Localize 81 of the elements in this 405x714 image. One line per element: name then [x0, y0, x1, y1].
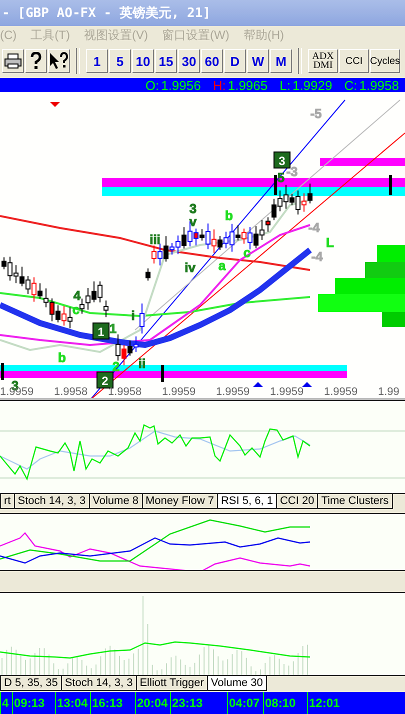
- axis-label: 1.9959: [270, 386, 305, 398]
- quote-label: L:: [280, 78, 290, 92]
- period-button[interactable]: 1: [86, 49, 108, 73]
- indicator-tab[interactable]: Volume 30: [206, 676, 267, 691]
- time-label: 09:13: [12, 692, 55, 714]
- wave-label: v: [189, 214, 197, 229]
- candlestick: [146, 268, 150, 282]
- wave-count-badge: 1: [92, 322, 110, 340]
- wave-count-badge: 2: [96, 372, 114, 388]
- wave-label: 3: [189, 201, 197, 216]
- pointer-help-icon: [49, 52, 69, 70]
- wave-label: i: [131, 308, 135, 323]
- indicator-button[interactable]: ADX DMI: [308, 49, 338, 73]
- time-label: 08:10: [263, 692, 307, 714]
- indicator-tab[interactable]: RSI 5, 6, 1: [216, 494, 277, 509]
- wave-count-badge: 3: [274, 152, 290, 168]
- wave-label: -4: [311, 249, 323, 264]
- indicator-tab[interactable]: Time Clusters: [317, 494, 393, 509]
- marker-bar: [161, 365, 164, 382]
- period-button[interactable]: 5: [109, 49, 131, 73]
- indicator-button[interactable]: CCI: [339, 49, 369, 73]
- marker-bar: [389, 175, 392, 195]
- axis-label: 1.9958: [108, 386, 143, 398]
- period-button[interactable]: 30: [178, 49, 200, 73]
- wave-label: 5: [277, 170, 285, 185]
- indicator-tab[interactable]: Volume 8: [88, 494, 142, 509]
- printer-icon: [4, 53, 22, 69]
- axis-label: 1.9958: [54, 386, 89, 398]
- time-label: 04:07: [227, 692, 263, 714]
- wave-label: 4: [73, 288, 81, 303]
- time-label: 12:01: [307, 692, 347, 714]
- indicator-tab[interactable]: D 5, 35, 35: [0, 676, 62, 691]
- quote-value: 1.9958: [359, 78, 399, 92]
- quote-label: C:: [344, 78, 358, 92]
- marker-bar: [1, 363, 4, 380]
- up-triangle-icon: [253, 382, 263, 387]
- indicator-tab[interactable]: CCI 20: [276, 494, 318, 509]
- period-button[interactable]: 60: [201, 49, 223, 73]
- up-triangle-icon: [302, 382, 312, 387]
- wave-label: b: [225, 208, 233, 223]
- indicator-tab[interactable]: Stoch 14, 3, 3: [60, 676, 137, 691]
- print-button[interactable]: [2, 49, 24, 73]
- help-icon: [30, 52, 42, 70]
- time-label: 20:04: [135, 692, 170, 714]
- context-help-button[interactable]: [48, 49, 70, 73]
- period-button[interactable]: D: [224, 49, 246, 73]
- wave-label: L: [326, 235, 334, 250]
- quote-value: 1.9956: [161, 78, 201, 92]
- indicator-tab[interactable]: Elliott Trigger: [136, 676, 208, 691]
- period-button[interactable]: W: [247, 49, 269, 73]
- quote-label: H:: [212, 78, 226, 92]
- quote-value: 1.9929: [292, 78, 332, 92]
- wave-label: a: [218, 258, 226, 273]
- indicator-button[interactable]: Cycles: [370, 49, 400, 73]
- time-label: 16:13: [90, 692, 135, 714]
- indicator-tab[interactable]: Money Flow 7: [142, 494, 218, 509]
- period-button[interactable]: M: [270, 49, 292, 73]
- wave-label: -4: [308, 220, 320, 235]
- window-title: - [GBP AO-FX - 英镑美元, 21]: [1, 4, 211, 22]
- period-button[interactable]: 10: [132, 49, 154, 73]
- wave-label: -5: [310, 106, 322, 121]
- marker-bar: [274, 175, 277, 195]
- time-label: 4: [0, 692, 12, 714]
- quote-label: O:: [145, 78, 160, 92]
- wave-label: b: [58, 350, 66, 365]
- help-button[interactable]: [25, 49, 47, 73]
- time-label: 13:04: [55, 692, 90, 714]
- axis-label: 1.9959: [216, 386, 251, 398]
- indicator-tab[interactable]: Stoch 14, 3, 3: [14, 494, 90, 509]
- time-label: 23:13: [170, 692, 227, 714]
- wave-label: iv: [184, 260, 196, 275]
- down-triangle-icon: [50, 102, 60, 107]
- indicator-tab[interactable]: rt: [0, 494, 15, 509]
- wave-label: 1: [109, 321, 117, 336]
- candlestick: [140, 303, 144, 334]
- wave-label: iii: [150, 232, 160, 247]
- axis-label: 1.99: [378, 386, 400, 398]
- quote-value: 1.9965: [228, 78, 268, 92]
- axis-label: 1.9959: [162, 386, 197, 398]
- period-button[interactable]: 15: [155, 49, 177, 73]
- axis-label: 1.9959: [324, 386, 359, 398]
